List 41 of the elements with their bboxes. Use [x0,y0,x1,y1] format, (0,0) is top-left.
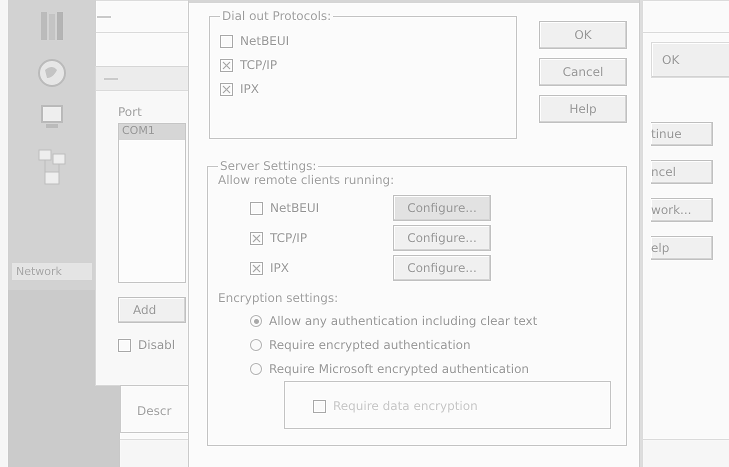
radio-label: Require Microsoft encrypted authentication [269,362,530,376]
port-list[interactable]: COM1 [118,123,186,283]
checkbox[interactable] [118,338,131,352]
section-label: Encryption settings: [218,291,340,305]
checkbox-label: IPX [240,82,259,96]
checkbox-label: Disabl [138,338,176,352]
radio-button[interactable] [250,339,262,351]
checkbox-label: IPX [270,261,289,275]
side-button[interactable]: work... [651,198,713,222]
ok-button[interactable]: OK [651,42,729,78]
configure-button[interactable]: Configure... [393,225,491,251]
group-title: Server Settings: [219,159,318,173]
prompt-text: Allow remote clients running: [218,173,396,187]
group-title: Dial out Protocols: [221,9,332,23]
icon-label[interactable]: Network [12,263,92,280]
column-header: Port [118,105,143,119]
checkbox-label: NetBEUI [270,201,320,215]
checkbox[interactable] [250,232,263,244]
checkbox[interactable] [220,58,233,72]
side-button[interactable]: ncel [651,160,713,184]
dialog-button[interactable]: Cancel [539,58,627,86]
add-button[interactable]: Add [118,297,186,323]
radio-button[interactable] [250,315,262,327]
checkbox-label: TCP/IP [240,58,278,72]
radio-label: Allow any authentication including clear text [269,314,538,328]
checkbox[interactable] [220,82,233,96]
radio-label: Require encrypted authentication [269,338,471,352]
radio-button[interactable] [250,363,262,375]
side-button[interactable]: elp [651,236,713,260]
side-button[interactable]: tinue [651,122,713,146]
configure-button[interactable]: Configure... [393,255,491,281]
checkbox[interactable] [220,34,233,48]
dialog-button[interactable]: OK [539,21,627,49]
description-label: Descr [137,404,172,418]
checkbox-label: TCP/IP [270,231,308,245]
globe-icon[interactable] [37,58,67,88]
dialog-button[interactable]: Help [539,95,627,123]
books-icon[interactable] [39,10,65,42]
checkbox[interactable] [250,262,263,274]
checkbox-label: NetBEUI [240,34,290,48]
list-item[interactable]: COM1 [119,124,185,140]
